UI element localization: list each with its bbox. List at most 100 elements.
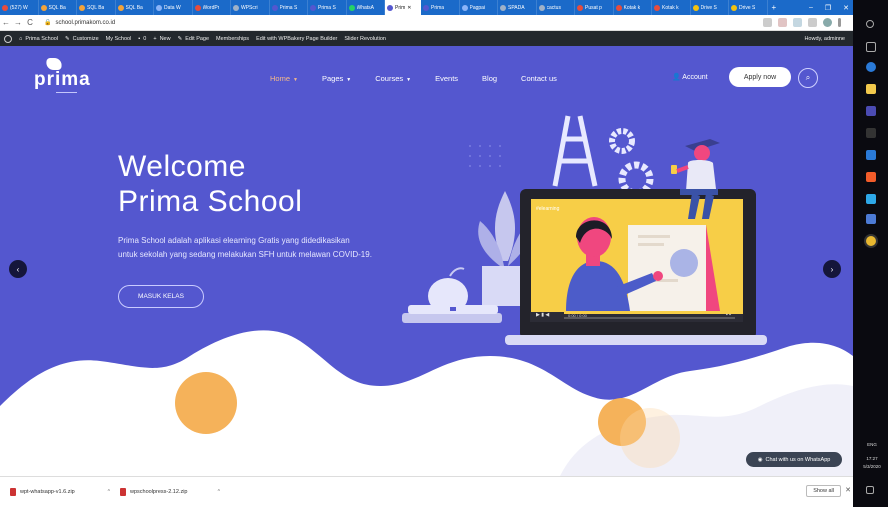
orange-circle-glow bbox=[620, 408, 680, 468]
browser-tab[interactable]: Drive S bbox=[691, 0, 729, 15]
favicon-icon bbox=[615, 4, 622, 11]
hero-title-line1: Welcome bbox=[118, 150, 246, 183]
admin-new-label: New bbox=[159, 35, 171, 42]
extension-icon[interactable] bbox=[808, 18, 817, 27]
terminal-icon[interactable] bbox=[866, 128, 876, 138]
explorer-icon[interactable] bbox=[866, 84, 876, 94]
masuk-kelas-button[interactable]: MASUK KELAS bbox=[118, 285, 204, 308]
profile-icon[interactable] bbox=[823, 18, 832, 27]
browser-tab[interactable]: Kotak k bbox=[614, 0, 652, 15]
browser-tab[interactable]: SQL Ba bbox=[77, 0, 116, 15]
browser-tab[interactable]: Pagpai bbox=[460, 0, 498, 15]
chrome-icon[interactable] bbox=[866, 236, 876, 246]
admin-slider-link[interactable]: Slider Revolution bbox=[344, 36, 386, 42]
fullscreen-icon[interactable]: ▪ ▪ bbox=[726, 312, 731, 318]
browser-tab[interactable]: cactus bbox=[537, 0, 575, 15]
brave-icon[interactable] bbox=[866, 172, 876, 182]
favicon-icon bbox=[79, 4, 85, 11]
windows-search-icon[interactable] bbox=[866, 20, 874, 28]
slider-next-arrow-icon[interactable]: › bbox=[823, 260, 841, 278]
admin-my-school-link[interactable]: My School bbox=[106, 36, 132, 42]
browser-tab[interactable]: Kotak k bbox=[652, 0, 691, 15]
show-all-button[interactable]: Show all bbox=[806, 485, 841, 497]
admin-customize-label: Customize bbox=[72, 35, 99, 42]
hero-description-line2: untuk sekolah yang sedang melakukan SFH … bbox=[118, 250, 372, 259]
tab-label: Data W bbox=[164, 4, 181, 11]
close-icon[interactable]: ✕ bbox=[845, 486, 851, 494]
download-item[interactable]: wpt-whatsapp-v1.6.zip ^ bbox=[10, 488, 110, 496]
browser-tab[interactable]: WPScri bbox=[231, 0, 270, 15]
browser-tab[interactable]: SQL Ba bbox=[39, 0, 77, 15]
screen-tag: #elearning bbox=[536, 206, 560, 212]
admin-comments-link[interactable]: ▪ 0 bbox=[138, 36, 146, 42]
favicon-icon bbox=[500, 4, 506, 11]
tab-label: WordPr bbox=[202, 4, 220, 11]
extension-icon[interactable] bbox=[778, 18, 787, 27]
menu-icon[interactable] bbox=[838, 18, 841, 27]
whatsapp-chat-label: Chat with us on WhatsApp bbox=[765, 456, 831, 463]
minimize-button[interactable]: – bbox=[809, 4, 813, 11]
home-icon: ⌂ bbox=[19, 35, 23, 42]
back-button[interactable]: ← bbox=[0, 18, 12, 27]
tray-lang[interactable]: ENG bbox=[859, 442, 885, 447]
admin-customize-link[interactable]: ✎ Customize bbox=[65, 36, 99, 42]
favicon-icon bbox=[271, 4, 278, 11]
admin-memberships-link[interactable]: Memberships bbox=[216, 36, 249, 42]
chevron-up-icon[interactable]: ^ bbox=[218, 489, 220, 495]
url-field[interactable]: school.primakom.co.id bbox=[55, 20, 115, 26]
browser-tab[interactable]: (527) W bbox=[0, 0, 39, 15]
wordpress-icon[interactable] bbox=[4, 34, 12, 43]
tab-label: SPADA bbox=[508, 4, 525, 11]
favicon-icon bbox=[310, 4, 316, 11]
new-tab-button[interactable]: + bbox=[772, 3, 777, 12]
app-icon[interactable] bbox=[866, 150, 876, 160]
browser-tab[interactable]: Prima bbox=[421, 0, 460, 15]
slider-prev-arrow-icon[interactable]: ‹ bbox=[9, 260, 27, 278]
browser-tab[interactable]: Prima S bbox=[308, 0, 347, 15]
admin-site-label: Prima School bbox=[25, 35, 59, 42]
window-controls: – ❐ ✕ bbox=[809, 0, 849, 15]
browser-tab[interactable]: Prim ✕ bbox=[385, 0, 421, 15]
reload-button[interactable]: C bbox=[24, 18, 36, 27]
browser-tab[interactable]: WhatsA bbox=[347, 0, 385, 15]
forward-button[interactable]: → bbox=[12, 18, 24, 27]
favicon-icon bbox=[577, 4, 583, 11]
tab-label: Kotak k bbox=[662, 4, 679, 11]
tray-time[interactable]: 17:27 bbox=[859, 456, 885, 461]
admin-new-link[interactable]: + New bbox=[153, 36, 170, 42]
notification-icon[interactable] bbox=[866, 486, 874, 494]
hero-title-line2: Prima School bbox=[118, 185, 303, 218]
tab-label: SQL Ba bbox=[48, 4, 66, 11]
chevron-up-icon[interactable]: ^ bbox=[108, 489, 110, 495]
task-view-icon[interactable] bbox=[866, 42, 876, 52]
favicon-icon bbox=[538, 4, 545, 11]
edge-icon[interactable] bbox=[866, 62, 876, 72]
maximize-button[interactable]: ❐ bbox=[825, 4, 831, 12]
tab-label: Prima bbox=[431, 4, 445, 11]
tray-date[interactable]: 5/3/2020 bbox=[859, 464, 885, 469]
browser-tab[interactable]: SQL Ba bbox=[116, 0, 154, 15]
app-icon[interactable] bbox=[866, 214, 876, 224]
browser-tab[interactable]: Drive S bbox=[729, 0, 768, 15]
browser-tab[interactable]: Pusat p bbox=[575, 0, 614, 15]
browser-tab[interactable]: Prima S bbox=[270, 0, 308, 15]
admin-edit-page-link[interactable]: ✎ Edit Page bbox=[178, 36, 209, 42]
admin-site-link[interactable]: ⌂ Prima School bbox=[19, 36, 58, 42]
admin-wpbakery-link[interactable]: Edit with WPBakery Page Builder bbox=[256, 36, 337, 42]
store-icon[interactable] bbox=[866, 106, 876, 116]
browser-tab[interactable]: SPADA bbox=[498, 0, 537, 15]
app-icon[interactable] bbox=[866, 194, 876, 204]
favicon-icon bbox=[233, 4, 239, 11]
browser-tab[interactable]: Data W bbox=[154, 0, 193, 15]
tab-label: cactus bbox=[546, 4, 561, 11]
extension-icon[interactable] bbox=[793, 18, 802, 27]
admin-howdy[interactable]: Howdy, adminne bbox=[804, 36, 845, 42]
tab-close-icon[interactable]: ✕ bbox=[407, 5, 411, 11]
whatsapp-chat-button[interactable]: ◉ Chat with us on WhatsApp bbox=[746, 452, 842, 467]
download-item[interactable]: wpschoolpress-2.12.zip ^ bbox=[120, 488, 220, 496]
play-icon[interactable]: ▶ ▮ ◀ bbox=[536, 312, 549, 318]
close-window-button[interactable]: ✕ bbox=[843, 4, 849, 12]
star-icon[interactable] bbox=[763, 18, 772, 27]
tab-label: WhatsA bbox=[356, 4, 375, 11]
browser-tab[interactable]: WordPr bbox=[193, 0, 231, 15]
